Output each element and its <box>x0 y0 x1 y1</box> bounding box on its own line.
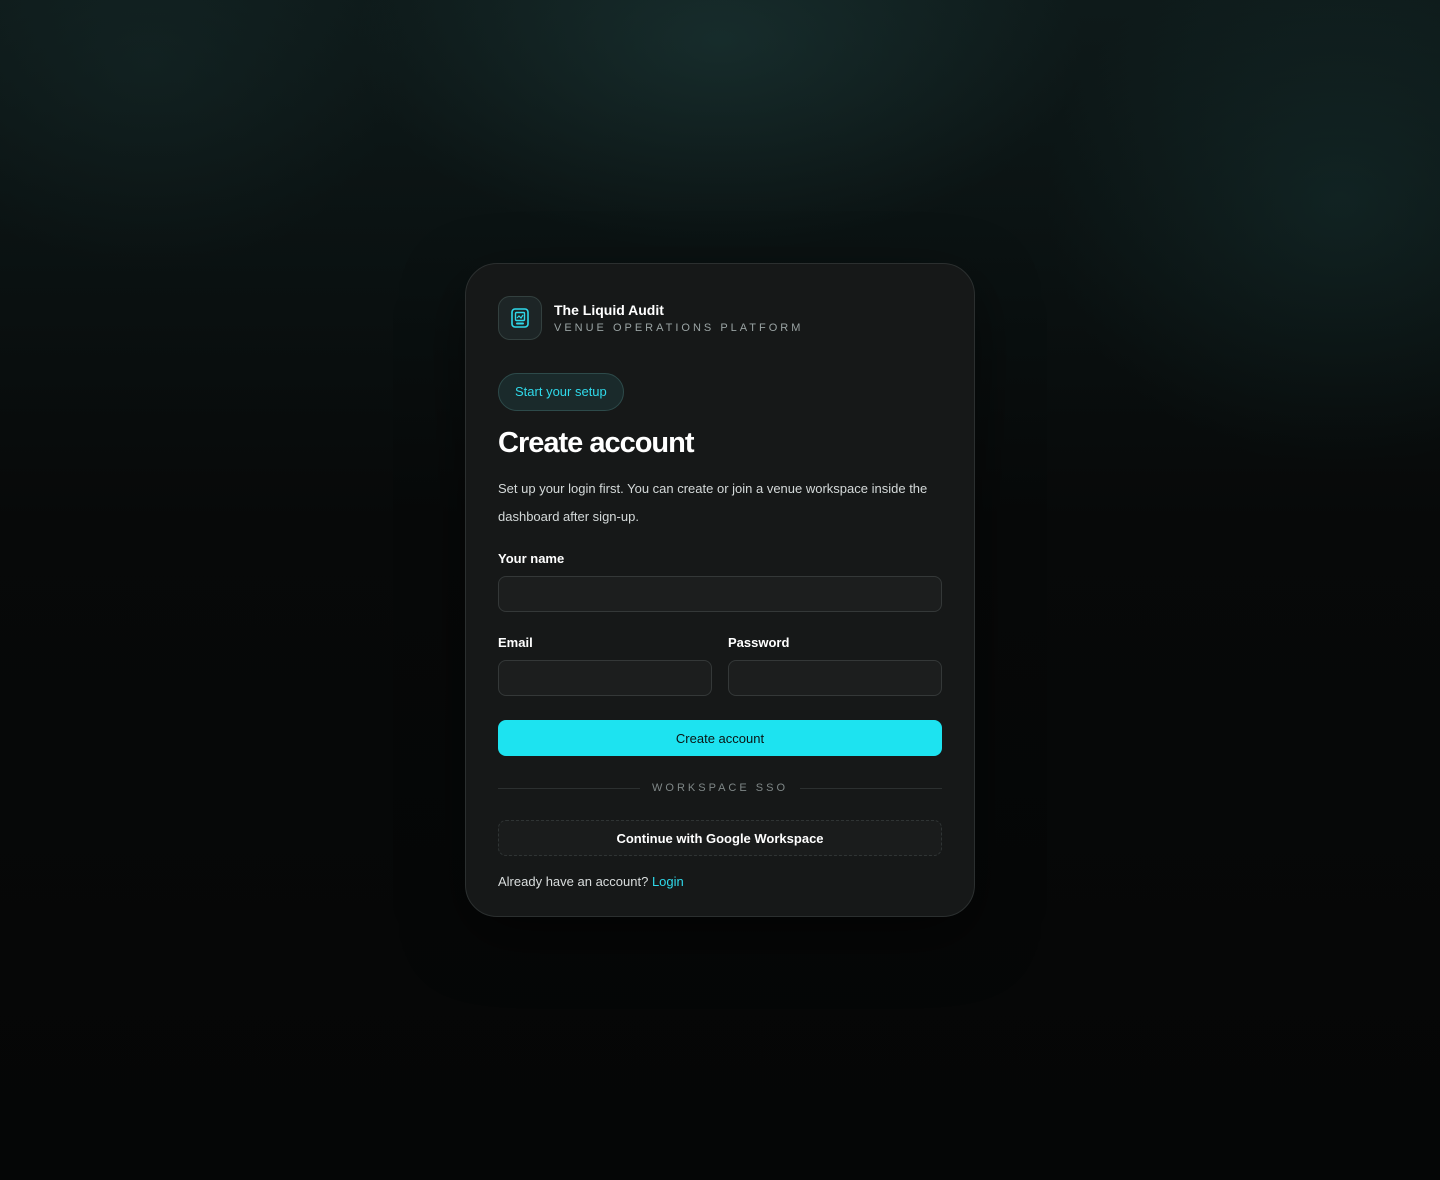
glass-audit-icon <box>498 296 542 340</box>
email-label: Email <box>498 635 533 650</box>
login-prompt-text: Already have an account? <box>498 874 649 889</box>
divider-label: WORKSPACE SSO <box>652 782 788 794</box>
email-input[interactable] <box>498 660 712 696</box>
divider-line-right <box>800 787 943 789</box>
brand-header: The Liquid Audit VENUE OPERATIONS PLATFO… <box>498 296 942 340</box>
page-description: Set up your login first. You can create … <box>498 481 928 524</box>
create-account-button[interactable]: Create account <box>498 720 942 756</box>
login-link[interactable]: Login <box>652 874 684 889</box>
signup-card: The Liquid Audit VENUE OPERATIONS PLATFO… <box>465 263 975 917</box>
name-input[interactable] <box>498 576 942 612</box>
password-field-group: Password <box>728 634 942 696</box>
brand-name: The Liquid Audit <box>554 301 664 318</box>
email-field-group: Email <box>498 634 712 696</box>
setup-badge: Start your setup <box>498 373 624 411</box>
divider-line-left <box>498 787 641 789</box>
google-workspace-button[interactable]: Continue with Google Workspace <box>498 820 942 856</box>
name-field-group: Your name <box>498 550 942 612</box>
password-label: Password <box>728 635 790 650</box>
password-input[interactable] <box>728 660 942 696</box>
login-prompt: Already have an account? Login <box>498 874 942 890</box>
name-label: Your name <box>498 551 565 566</box>
page-title: Create account <box>498 427 695 459</box>
credentials-row: Email Password <box>498 634 942 696</box>
sso-divider: WORKSPACE SSO <box>498 780 943 796</box>
brand-subtitle: VENUE OPERATIONS PLATFORM <box>554 321 804 334</box>
